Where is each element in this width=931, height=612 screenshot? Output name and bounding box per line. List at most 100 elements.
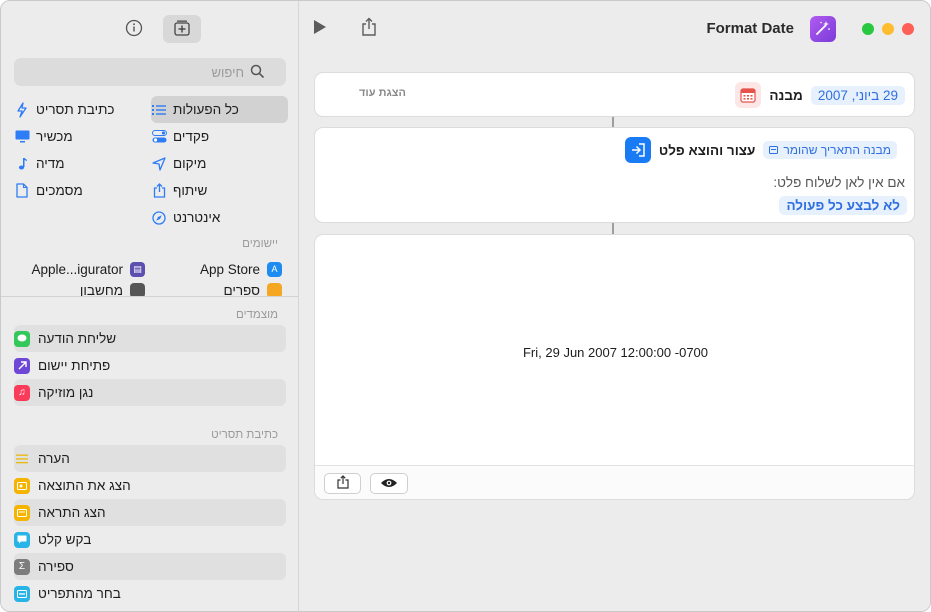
action-library-sidebar: כל הפעולות כתיבת תסריט פקדים: [1, 1, 299, 611]
category-all-actions[interactable]: כל הפעולות: [151, 96, 288, 123]
search-input[interactable]: [14, 64, 244, 80]
document-icon: [14, 183, 30, 199]
open-app-icon: [14, 357, 30, 374]
category-label: אינטרנט: [173, 210, 221, 225]
play-icon: [313, 20, 327, 38]
app-store-icon: A: [267, 261, 282, 277]
scripting-show-alert[interactable]: הצג התראה: [14, 499, 286, 526]
search-icon: [250, 64, 264, 81]
variable-label: מבנה התאריך שהומר: [783, 143, 891, 157]
variable-icon: [769, 143, 779, 157]
app-item-configurator[interactable]: ▤ Apple...igurator: [14, 256, 151, 282]
list-item-label: ספירה: [38, 559, 74, 574]
app-item-calculator[interactable]: מחשבון: [14, 283, 151, 297]
scripting-show-result[interactable]: הצג את התוצאה: [14, 472, 286, 499]
stop-output-action-card[interactable]: עצור והוצא פלט מבנה התאריך שהומר אם אין …: [314, 127, 915, 223]
date-action-row: מבנה 29 ביוני, 2007: [735, 82, 905, 108]
category-label: כל הפעולות: [173, 102, 239, 117]
sidebar-divider: [1, 296, 298, 297]
suggested-send-message[interactable]: שליחת הודעה: [14, 325, 286, 352]
date-value-token[interactable]: 29 ביוני, 2007: [810, 85, 905, 105]
apps-row: A App Store ▤ Apple...igurator: [14, 256, 288, 282]
result-output-text: Fri, 29 Jun 2007 12:00:00 -0700: [522, 345, 709, 360]
category-label: מדיה: [36, 156, 65, 171]
category-controls[interactable]: פקדים: [151, 123, 288, 150]
share-button[interactable]: [361, 17, 377, 40]
scripting-comment[interactable]: הערה: [14, 445, 286, 472]
category-label: פקדים: [173, 129, 210, 144]
display-icon: [14, 129, 30, 145]
category-label: שיתוף: [173, 183, 208, 198]
category-grid: כל הפעולות כתיבת תסריט פקדים מכשיר מיקום…: [14, 96, 288, 231]
list-item-label: הערה: [38, 451, 70, 466]
ask-input-icon: [14, 531, 30, 548]
category-label: כתיבת תסריט: [36, 102, 115, 117]
messages-icon: [14, 330, 30, 347]
show-result-icon: [14, 477, 30, 494]
app-item-app-store[interactable]: A App Store: [151, 256, 288, 282]
no-place-option-row: לא לבצע כל פעולה: [779, 196, 907, 215]
category-label: מיקום: [173, 156, 207, 171]
info-button[interactable]: [119, 15, 149, 43]
suggested-play-music[interactable]: ♫ נגן מוזיקה: [14, 379, 286, 406]
shortcut-icon-button[interactable]: [810, 16, 836, 42]
minimize-button[interactable]: [882, 23, 894, 35]
apps-row-partial: ספרים מחשבון: [14, 283, 288, 297]
info-icon: [125, 19, 143, 40]
suggested-open-app[interactable]: פתיחת יישום: [14, 352, 286, 379]
category-media[interactable]: מדיה: [14, 150, 151, 177]
list-item-label: שליחת הודעה: [38, 331, 117, 346]
suggested-section-label: מוצמדים: [236, 309, 278, 321]
category-location[interactable]: מיקום: [151, 150, 288, 177]
toggle-icon: [151, 129, 167, 145]
app-window: כל הפעולות כתיבת תסריט פקדים: [0, 0, 931, 612]
title-bar: Format Date: [299, 1, 930, 57]
do-nothing-option[interactable]: לא לבצע כל פעולה: [779, 196, 907, 215]
result-share-button[interactable]: [324, 473, 361, 494]
zoom-button[interactable]: [862, 23, 874, 35]
configurator-icon: ▤: [130, 261, 145, 277]
action-library-button[interactable]: [163, 15, 201, 43]
share-icon: [361, 17, 377, 40]
scripting-icon: [14, 101, 30, 118]
exit-icon: [624, 137, 651, 163]
show-more-button[interactable]: הצגת עוד: [359, 87, 406, 99]
app-item-books[interactable]: ספרים: [151, 283, 288, 297]
run-button[interactable]: [313, 19, 327, 35]
search-field[interactable]: [14, 58, 286, 86]
date-action-label: מבנה: [769, 87, 803, 103]
share-icon: [336, 475, 349, 492]
location-arrow-icon: [151, 156, 167, 172]
list-item-label: בחר מהתפריט: [38, 586, 121, 601]
alert-icon: [14, 504, 30, 521]
calculator-icon: [130, 283, 145, 297]
scripting-count[interactable]: Σ ספירה: [14, 553, 286, 580]
magic-wand-icon: [815, 20, 831, 39]
scripting-choose-menu[interactable]: בחר מהתפריט: [14, 580, 286, 607]
result-card: Fri, 29 Jun 2007 12:00:00 -0700: [314, 234, 915, 500]
converted-date-variable-token[interactable]: מבנה התאריך שהומר: [763, 141, 897, 159]
app-label: מחשבון: [79, 283, 123, 297]
category-web[interactable]: אינטרנט: [151, 204, 288, 231]
list-icon: [151, 102, 167, 118]
scripting-ask-input[interactable]: בקש קלט: [14, 526, 286, 553]
scripting-list: הערה הצג את התוצאה הצג התראה בקש קלט Σ ס…: [14, 445, 286, 607]
add-library-icon: [172, 19, 192, 40]
result-preview-button[interactable]: [370, 473, 408, 494]
window-controls: [862, 23, 914, 35]
category-scripting[interactable]: כתיבת תסריט: [14, 96, 151, 123]
list-item-label: נגן מוזיקה: [38, 385, 94, 400]
category-label: מכשיר: [36, 129, 73, 144]
category-label: מסמכים: [36, 183, 83, 198]
list-item-label: הצג התראה: [38, 505, 106, 520]
close-button[interactable]: [902, 23, 914, 35]
date-action-card[interactable]: מבנה 29 ביוני, 2007 הצגת עוד: [314, 72, 915, 117]
no-place-label: אם אין לאן לשלוח פלט:: [773, 175, 905, 190]
category-documents[interactable]: מסמכים: [14, 177, 151, 204]
compass-icon: [151, 210, 167, 226]
app-label: App Store: [199, 261, 260, 277]
category-device[interactable]: מכשיר: [14, 123, 151, 150]
sigma-icon: Σ: [14, 558, 30, 575]
category-sharing[interactable]: שיתוף: [151, 177, 288, 204]
menu-icon: [14, 585, 30, 602]
